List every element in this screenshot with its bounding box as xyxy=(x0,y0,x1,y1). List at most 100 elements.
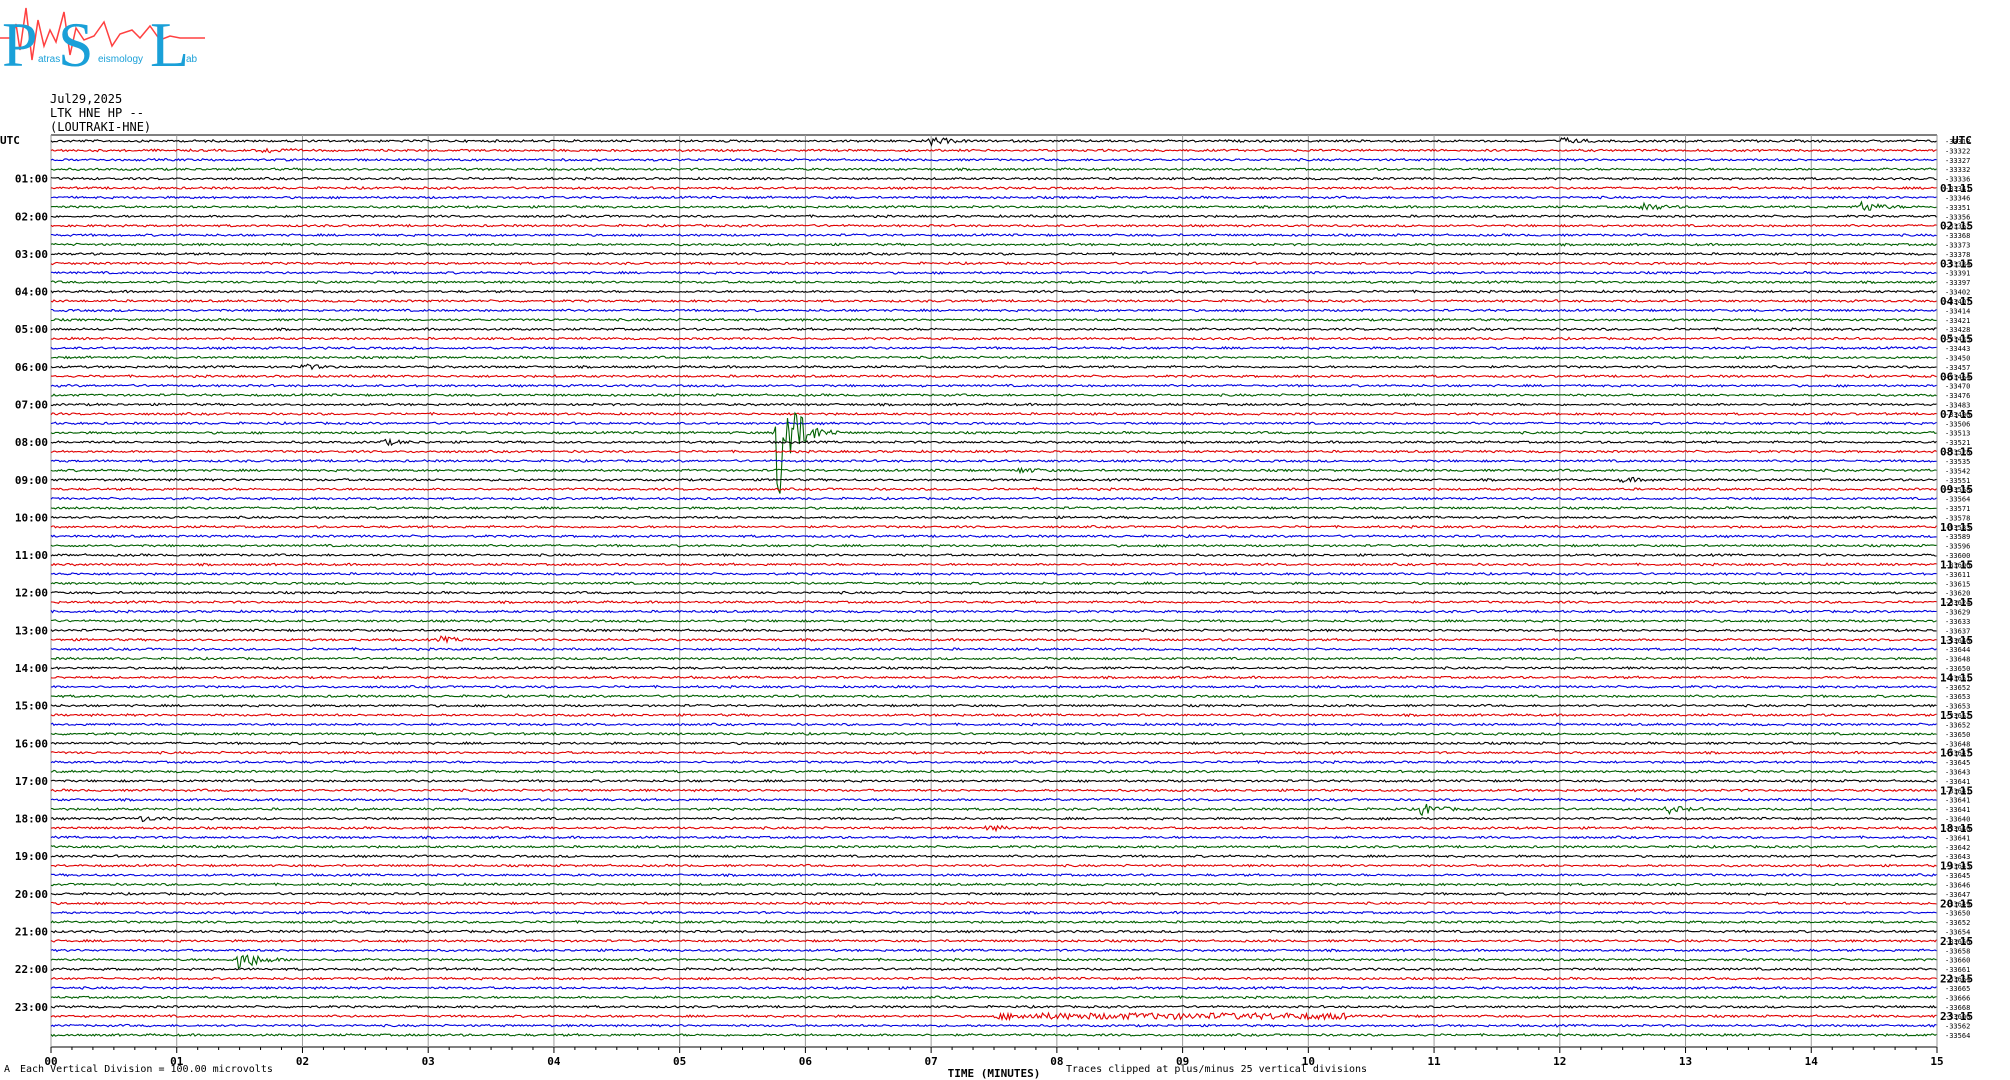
left-hour-label: 21:00 xyxy=(15,925,48,938)
row-offset-label: -33564 xyxy=(1945,496,1970,504)
right-hour-label: 02:15 xyxy=(1940,220,1973,233)
seismic-trace-row xyxy=(51,486,1937,492)
right-hour-label: 22:15 xyxy=(1940,973,1973,986)
seismic-trace-row xyxy=(50,646,1937,652)
seismic-trace-row xyxy=(50,571,1937,576)
seismic-trace-row xyxy=(50,581,1937,586)
seismic-trace-row xyxy=(50,242,1937,247)
seismic-trace-row xyxy=(50,863,1937,868)
seismic-trace-row xyxy=(50,363,1937,371)
seismic-trace-row xyxy=(50,147,1937,154)
seismic-trace-row xyxy=(50,703,1937,708)
seismic-trace-row xyxy=(50,553,1937,558)
seismic-trace-row xyxy=(50,929,1937,934)
seismic-trace-row xyxy=(50,788,1937,793)
seismic-trace-row xyxy=(50,393,1937,398)
left-hour-label: 23:00 xyxy=(15,1001,48,1014)
row-offset-label: -33332 xyxy=(1945,166,1970,174)
seismic-trace-row xyxy=(50,731,1937,736)
seismic-trace-row xyxy=(50,176,1937,181)
seismic-trace-row xyxy=(50,873,1937,878)
seismic-trace-row xyxy=(51,270,1937,275)
scale-note: Each Vertical Division = 100.00 microvol… xyxy=(20,1064,273,1075)
seismic-trace-row xyxy=(50,769,1937,774)
row-offset-label: -33644 xyxy=(1945,646,1970,654)
left-hour-label: 02:00 xyxy=(15,210,48,223)
seismic-trace-row xyxy=(50,136,1937,147)
right-hour-label: 07:15 xyxy=(1940,408,1973,421)
seismic-trace-row xyxy=(50,713,1937,718)
row-offset-label: -33658 xyxy=(1945,947,1970,955)
seismic-trace-row xyxy=(50,938,1937,943)
seismic-trace-row xyxy=(50,411,1937,494)
right-hour-label: 01:15 xyxy=(1940,182,1973,195)
row-offset-label: -33373 xyxy=(1945,242,1970,250)
seismic-trace-row xyxy=(50,251,1937,256)
seismic-trace-row xyxy=(50,195,1937,200)
seismic-trace-row xyxy=(50,289,1937,294)
x-tick-label: 02 xyxy=(296,1055,309,1068)
seismic-trace-row xyxy=(50,345,1937,351)
corner-mark: A xyxy=(4,1064,11,1075)
row-offset-label: -33629 xyxy=(1945,609,1970,617)
left-hour-label: 09:00 xyxy=(15,474,48,487)
seismic-trace-row xyxy=(50,948,1937,953)
right-hour-label: 21:15 xyxy=(1940,935,1973,948)
seismic-trace-row xyxy=(50,966,1937,972)
seismic-trace-row xyxy=(50,157,1937,162)
seismic-trace-row xyxy=(50,778,1937,783)
helicorder-plot: 00 01 02 03 04 05 06 07 08 09 10 11 12 13 14 15-33318-3… xyxy=(0,134,1973,1080)
row-offset-label: -33470 xyxy=(1945,383,1970,391)
row-offset-label: -33645 xyxy=(1945,872,1970,880)
seismic-trace-row xyxy=(50,824,1937,833)
right-hour-label: 20:15 xyxy=(1940,897,1973,910)
seismic-trace-row xyxy=(50,750,1937,755)
seismic-trace-row xyxy=(50,609,1937,614)
x-tick-label: 15 xyxy=(1930,1055,1943,1068)
seismic-trace-row xyxy=(50,684,1937,689)
right-axis-title: UTC xyxy=(1952,134,1972,147)
left-hour-label: 17:00 xyxy=(15,775,48,788)
row-offset-label: -33450 xyxy=(1945,354,1970,362)
row-offset-label: -33641 xyxy=(1945,834,1970,842)
seismic-trace-row xyxy=(50,954,1937,969)
seismic-trace-row xyxy=(50,815,1937,823)
right-hour-label: 16:15 xyxy=(1940,747,1973,760)
row-offset-label: -33650 xyxy=(1945,731,1970,739)
left-hour-label: 10:00 xyxy=(15,511,48,524)
seismic-trace-row xyxy=(50,910,1937,915)
seismic-trace-row xyxy=(50,449,1937,454)
left-hour-label: 06:00 xyxy=(15,361,48,374)
seismic-trace-row xyxy=(50,336,1937,341)
x-tick-label: 05 xyxy=(673,1055,686,1068)
x-tick-label: 08 xyxy=(1050,1055,1063,1068)
seismic-trace-row xyxy=(50,919,1937,925)
row-offset-label: -33476 xyxy=(1945,392,1970,400)
seismic-trace-row xyxy=(50,562,1937,567)
seismic-trace-row xyxy=(50,355,1937,360)
row-offset-label: -33351 xyxy=(1945,204,1970,212)
seismic-trace-row xyxy=(51,308,1937,313)
row-offset-label: -33562 xyxy=(1945,1023,1970,1031)
axis-labels: 00 01 02 03 04 05 06 07 08 09 10 11 12 13 14 15-33318-3… xyxy=(0,134,1973,1080)
right-hour-label: 03:15 xyxy=(1940,257,1973,270)
seismic-trace-row xyxy=(50,167,1937,172)
row-offset-label: -33368 xyxy=(1945,232,1970,240)
row-offset-label: -33346 xyxy=(1945,194,1970,202)
row-offset-label: -33535 xyxy=(1945,458,1970,466)
right-hour-label: 04:15 xyxy=(1940,295,1973,308)
x-tick-label: 12 xyxy=(1553,1055,1566,1068)
clip-note: Traces clipped at plus/minus 25 vertical… xyxy=(1066,1064,1368,1075)
row-offset-label: -33643 xyxy=(1945,769,1970,777)
left-hour-label: 20:00 xyxy=(15,888,48,901)
left-hour-label: 11:00 xyxy=(15,549,48,562)
seismic-trace-row xyxy=(51,618,1937,624)
seismic-trace-row xyxy=(50,797,1937,802)
row-offset-label: -33666 xyxy=(1945,994,1970,1002)
seismic-trace-row xyxy=(50,665,1937,671)
seismic-trace-row xyxy=(50,458,1937,464)
seismic-traces xyxy=(50,136,1937,1038)
seismic-trace-row xyxy=(50,901,1937,906)
x-tick-label: 11 xyxy=(1427,1055,1441,1068)
row-offset-label: -33645 xyxy=(1945,759,1970,767)
